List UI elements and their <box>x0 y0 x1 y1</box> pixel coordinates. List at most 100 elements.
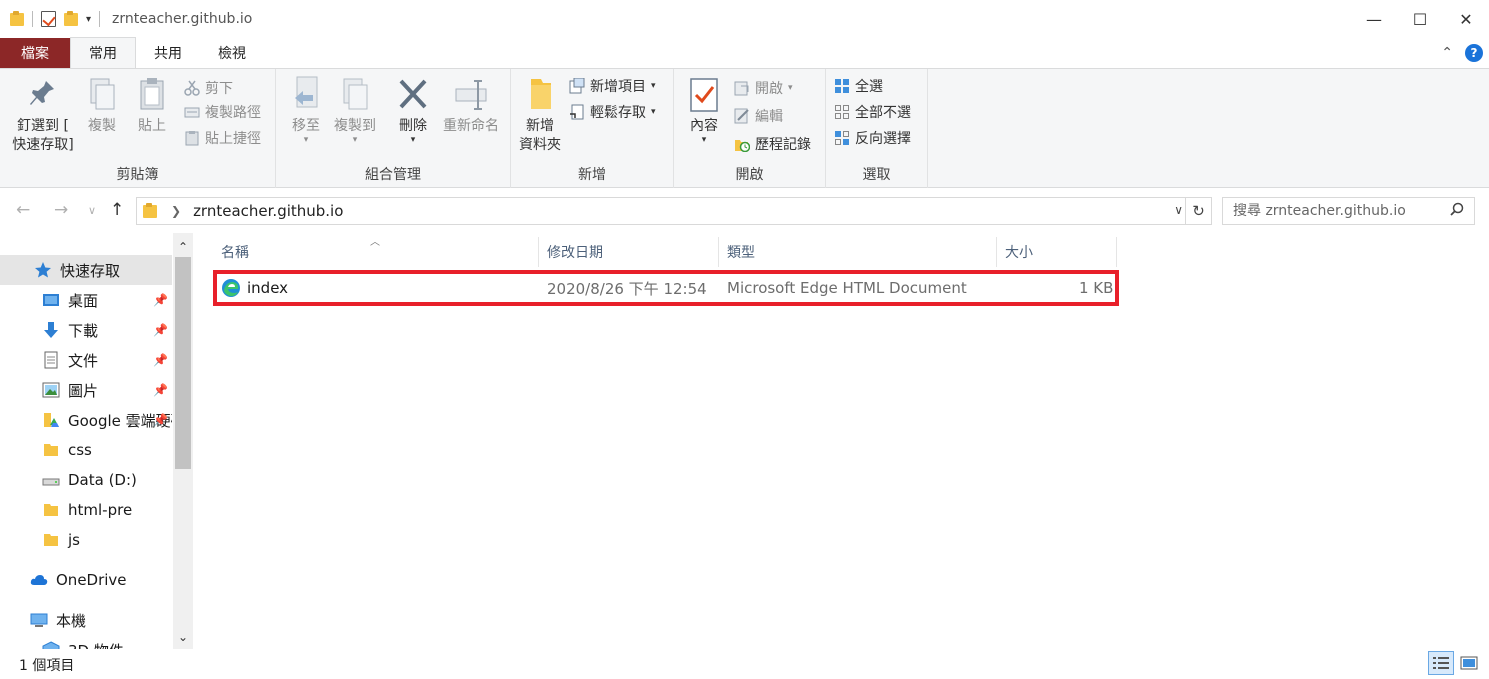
navigation-pane: 快速存取 桌面 📌 下載 📌 文件 📌 圖片 📌 Google 雲端硬碟 📌 c… <box>0 233 193 649</box>
open-button[interactable]: 開啟 ▾ <box>734 77 793 99</box>
nav-item-pictures[interactable]: 圖片 📌 <box>0 375 172 405</box>
collapse-ribbon-icon[interactable]: ⌃ <box>1441 45 1453 61</box>
delete-x-icon <box>396 75 430 115</box>
up-arrow-icon[interactable]: ↑ <box>110 200 124 220</box>
breadcrumb-path[interactable]: zrnteacher.github.io <box>193 202 343 220</box>
properties-check-icon <box>687 75 721 115</box>
google-drive-icon <box>42 411 60 429</box>
new-folder-label-line1: 新增 <box>526 118 554 134</box>
history-label: 歷程記錄 <box>755 137 811 153</box>
scroll-thumb[interactable] <box>175 257 191 469</box>
ribbon: 釘選到 [ 快速存取] 複製 貼上 剪下 複製路徑 貼上捷徑 剪貼簿 移至 ▾ … <box>0 68 1489 188</box>
select-all-button[interactable]: 全選 <box>834 75 883 97</box>
pin-icon[interactable]: 📌 <box>153 413 168 427</box>
new-folder-icon[interactable] <box>64 11 78 27</box>
customize-toolbar-icon[interactable]: ▾ <box>86 14 91 25</box>
edit-button[interactable]: 編輯 <box>734 105 783 127</box>
scroll-down-icon[interactable]: ⌄ <box>173 627 193 647</box>
scroll-up-icon[interactable]: ⌃ <box>173 237 193 257</box>
scissors-icon <box>184 80 200 96</box>
address-bar[interactable]: ❯ zrnteacher.github.io ∨ ↻ <box>136 197 1212 225</box>
tab-share[interactable]: 共用 <box>136 38 200 68</box>
copy-label: 複製 <box>88 118 116 134</box>
tab-view[interactable]: 檢視 <box>200 38 264 68</box>
history-button[interactable]: 歷程記錄 <box>734 133 811 155</box>
column-header-size[interactable]: 大小 <box>997 237 1117 267</box>
cut-button[interactable]: 剪下 <box>184 77 233 99</box>
back-arrow-icon[interactable]: ← <box>16 200 30 220</box>
rename-label: 重新命名 <box>443 118 499 134</box>
easy-access-button[interactable]: 輕鬆存取 ▾ <box>569 101 656 123</box>
pin-icon[interactable]: 📌 <box>153 293 168 307</box>
minimize-button[interactable]: — <box>1351 0 1397 38</box>
nav-item-downloads[interactable]: 下載 📌 <box>0 315 172 345</box>
move-to-icon <box>289 75 323 115</box>
move-to-button[interactable]: 移至 ▾ <box>284 75 328 145</box>
select-all-icon <box>834 78 850 94</box>
new-item-button[interactable]: 新增項目 ▾ <box>569 75 656 97</box>
details-view-button[interactable] <box>1428 651 1454 675</box>
properties-button[interactable]: 內容 ▾ <box>682 75 726 145</box>
column-header-modified[interactable]: 修改日期 <box>539 237 719 267</box>
new-item-icon <box>569 77 585 94</box>
refresh-icon[interactable]: ↻ <box>1185 198 1211 224</box>
document-icon <box>42 351 60 369</box>
nav-item-css[interactable]: css <box>0 435 172 465</box>
breadcrumb-chevron-icon[interactable]: ❯ <box>171 204 181 218</box>
properties-icon[interactable] <box>41 11 56 27</box>
invert-selection-icon <box>834 130 850 146</box>
select-none-icon <box>834 104 850 120</box>
column-header-name[interactable]: 名稱 <box>213 237 539 267</box>
large-icons-view-button[interactable] <box>1456 651 1482 675</box>
address-dropdown-icon[interactable]: ∨ <box>1174 203 1183 217</box>
pin-icon[interactable]: 📌 <box>153 353 168 367</box>
search-icon[interactable] <box>1450 202 1464 220</box>
delete-button[interactable]: 刪除 ▾ <box>394 75 432 145</box>
window-title: zrnteacher.github.io <box>112 11 253 27</box>
open-dropdown-icon: ▾ <box>788 83 793 93</box>
nav-item-this-pc[interactable]: 本機 <box>0 605 172 635</box>
copy-to-button[interactable]: 複製到 ▾ <box>332 75 378 145</box>
pin-to-quick-access-button[interactable]: 釘選到 [ 快速存取] <box>8 75 78 155</box>
copy-button[interactable]: 複製 <box>80 75 124 136</box>
address-row: ← → ∨ ↑ ❯ zrnteacher.github.io ∨ ↻ <box>0 189 1489 231</box>
close-button[interactable]: ✕ <box>1443 0 1489 38</box>
nav-item-google-drive[interactable]: Google 雲端硬碟 📌 <box>0 405 172 435</box>
file-row[interactable]: index 2020/8/26 下午 12:54 Microsoft Edge … <box>213 270 1119 306</box>
nav-item-js[interactable]: js <box>0 525 172 555</box>
search-box[interactable] <box>1222 197 1475 225</box>
new-group: 新增 資料夾 新增項目 ▾ 輕鬆存取 ▾ 新增 <box>511 69 674 188</box>
recent-locations-icon[interactable]: ∨ <box>88 204 96 217</box>
nav-item-quick-access[interactable]: 快速存取 <box>0 255 172 285</box>
pin-icon[interactable]: 📌 <box>153 383 168 397</box>
rename-button[interactable]: 重新命名 <box>438 75 504 136</box>
copy-path-label: 複製路徑 <box>205 105 261 121</box>
tab-home[interactable]: 常用 <box>70 37 136 68</box>
large-icons-view-icon <box>1460 656 1478 670</box>
paste-shortcut-button[interactable]: 貼上捷徑 <box>184 127 261 149</box>
select-none-button[interactable]: 全部不選 <box>834 101 911 123</box>
nav-item-data-drive[interactable]: Data (D:) <box>0 465 172 495</box>
column-header-type[interactable]: 類型 <box>719 237 997 267</box>
paste-label: 貼上 <box>138 118 166 134</box>
easy-access-dropdown-icon: ▾ <box>651 107 656 117</box>
title-bar: ▾ zrnteacher.github.io — ☐ ✕ <box>0 0 1489 38</box>
copy-path-button[interactable]: 複製路徑 <box>184 101 261 123</box>
nav-item-html-pre[interactable]: html-pre <box>0 495 172 525</box>
paste-shortcut-label: 貼上捷徑 <box>205 131 261 147</box>
quick-access-toolbar: ▾ <box>0 0 101 38</box>
search-input[interactable] <box>1233 203 1453 219</box>
invert-selection-button[interactable]: 反向選擇 <box>834 127 911 149</box>
paste-button[interactable]: 貼上 <box>130 75 174 136</box>
forward-arrow-icon[interactable]: → <box>54 200 68 220</box>
pin-icon[interactable]: 📌 <box>153 323 168 337</box>
nav-item-desktop[interactable]: 桌面 📌 <box>0 285 172 315</box>
tab-file[interactable]: 檔案 <box>0 38 70 68</box>
help-icon[interactable]: ? <box>1465 44 1483 62</box>
new-folder-button[interactable]: 新增 資料夾 <box>515 75 565 155</box>
nav-item-3d-objects[interactable]: 3D 物件 <box>0 635 172 649</box>
nav-scrollbar[interactable]: ⌃ ⌄ <box>173 233 193 649</box>
maximize-button[interactable]: ☐ <box>1397 0 1443 38</box>
nav-item-documents[interactable]: 文件 📌 <box>0 345 172 375</box>
nav-item-onedrive[interactable]: OneDrive <box>0 565 172 595</box>
